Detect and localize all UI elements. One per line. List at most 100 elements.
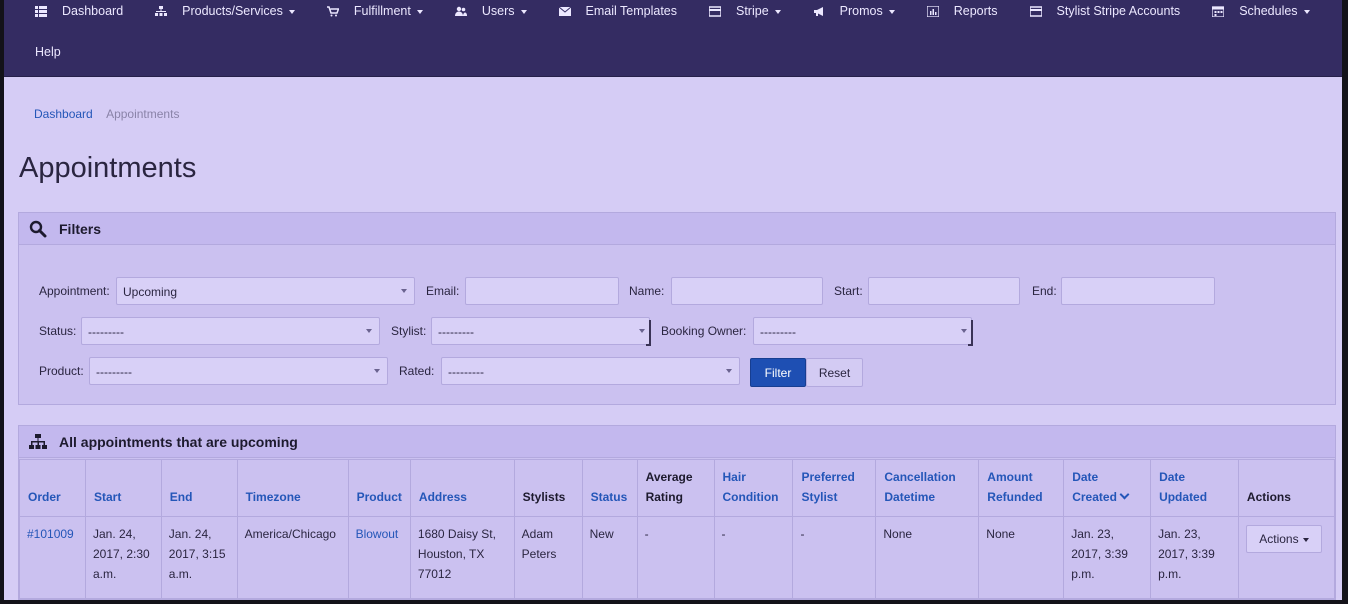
booking-owner-select[interactable]: --------- xyxy=(753,317,973,346)
nav-item-products-services[interactable]: Products/Services xyxy=(154,4,295,18)
column-header-end[interactable]: End xyxy=(160,459,238,517)
app-frame: Dashboard Products/Services Fulfillment … xyxy=(4,0,1342,600)
product-link[interactable]: Blowout xyxy=(347,516,411,599)
filters-panel: Filters Appointment: Upcoming Email: Nam… xyxy=(18,212,1336,405)
nav-item-dashboard[interactable]: Dashboard xyxy=(34,4,123,18)
start-label: Start: xyxy=(834,284,863,298)
rated-select[interactable]: --------- xyxy=(441,357,740,385)
list-icon xyxy=(34,5,48,17)
page-title: Appointments xyxy=(19,152,197,184)
column-header-product[interactable]: Product xyxy=(347,459,411,517)
sitemap-icon xyxy=(154,5,168,17)
column-header-label: Date Created xyxy=(1072,470,1117,504)
sitemap-icon xyxy=(29,433,47,451)
status-select[interactable]: --------- xyxy=(81,317,380,345)
product-select-value: --------- xyxy=(96,365,132,379)
column-header-actions: Actions xyxy=(1237,459,1336,517)
chevron-down-icon xyxy=(774,10,781,14)
chevron-down-icon xyxy=(639,329,645,333)
top-navbar: Dashboard Products/Services Fulfillment … xyxy=(4,0,1342,77)
column-header-order[interactable]: Order xyxy=(19,459,86,517)
stylist-select-value: --------- xyxy=(438,325,474,339)
appointments-list-panel: All appointments that are upcoming Order… xyxy=(18,425,1336,600)
end-cell: Jan. 24, 2017, 3:15 a.m. xyxy=(160,516,238,599)
nav-item-label: Stripe xyxy=(736,4,769,18)
column-header-date-created[interactable]: Date Created xyxy=(1063,459,1152,517)
breadcrumb-home-link[interactable]: Dashboard xyxy=(34,107,93,121)
rated-select-value: --------- xyxy=(448,365,484,379)
nav-item-label: Schedules xyxy=(1239,4,1298,18)
address-cell: 1680 Daisy St, Houston, TX 77012 xyxy=(409,516,515,599)
stylist-select[interactable]: --------- xyxy=(431,317,651,346)
date-updated-cell: Jan. 23, 2017, 3:39 p.m. xyxy=(1150,516,1239,599)
average-rating-cell: - xyxy=(636,516,715,599)
breadcrumb-separator xyxy=(98,107,101,121)
name-label: Name: xyxy=(629,284,665,298)
credit-card-icon xyxy=(708,5,722,17)
bullhorn-icon xyxy=(812,5,826,17)
actions-cell: Actions xyxy=(1237,516,1336,599)
product-select[interactable]: --------- xyxy=(89,357,388,385)
appointment-select[interactable]: Upcoming xyxy=(116,277,415,305)
chevron-down-icon xyxy=(726,369,732,373)
nav-item-help[interactable]: Help xyxy=(4,45,1342,59)
status-cell: New xyxy=(581,516,638,599)
nav-item-label: Stylist Stripe Accounts xyxy=(1056,4,1181,18)
actions-button-label: Actions xyxy=(1259,532,1299,546)
credit-card-icon xyxy=(1029,5,1043,17)
nav-menu: Dashboard Products/Services Fulfillment … xyxy=(4,0,1342,22)
order-link[interactable]: #101009 xyxy=(19,516,86,599)
nav-item-label: Fulfillment xyxy=(353,4,411,18)
column-header-average-rating: Average Rating xyxy=(636,459,715,517)
filter-button[interactable]: Filter xyxy=(750,358,806,387)
email-field[interactable] xyxy=(465,277,619,305)
nav-item-label: Dashboard xyxy=(62,4,124,18)
cart-icon xyxy=(326,5,340,17)
column-header-timezone[interactable]: Timezone xyxy=(236,459,349,517)
column-header-date-updated[interactable]: Date Updated xyxy=(1150,459,1239,517)
cancellation-datetime-cell: None xyxy=(875,516,980,599)
nav-item-stripe[interactable]: Stripe xyxy=(708,4,781,18)
status-label: Status: xyxy=(39,324,77,338)
column-header-stylists: Stylists xyxy=(513,459,583,517)
email-label: Email: xyxy=(426,284,460,298)
name-field[interactable] xyxy=(671,277,823,305)
chevron-down-icon xyxy=(888,10,895,14)
search-icon xyxy=(29,220,47,238)
stylists-cell: Adam Peters xyxy=(513,516,583,599)
nav-item-schedules[interactable]: Schedules xyxy=(1211,4,1310,18)
chevron-down-icon xyxy=(520,10,527,14)
users-icon xyxy=(454,5,468,17)
calendar-icon xyxy=(1211,5,1225,17)
appointment-select-value: Upcoming xyxy=(123,285,178,299)
amount-refunded-cell: None xyxy=(978,516,1065,599)
chevron-down-icon xyxy=(374,369,380,373)
column-header-preferred-stylist[interactable]: Preferred Stylist xyxy=(792,459,877,517)
end-field[interactable] xyxy=(1061,277,1215,305)
column-header-amount-refunded[interactable]: Amount Refunded xyxy=(978,459,1065,517)
nav-item-label: Products/Services xyxy=(182,4,283,18)
nav-item-fulfillment[interactable]: Fulfillment xyxy=(326,4,423,18)
actions-dropdown-button[interactable]: Actions xyxy=(1245,525,1322,553)
nav-item-reports[interactable]: Reports xyxy=(926,4,998,18)
nav-item-stylist-stripe-accounts[interactable]: Stylist Stripe Accounts xyxy=(1029,4,1181,18)
reset-button[interactable]: Reset xyxy=(806,358,863,387)
nav-item-email-templates[interactable]: Email Templates xyxy=(558,4,677,18)
column-header-hair-condition[interactable]: Hair Condition xyxy=(713,459,794,517)
column-header-address[interactable]: Address xyxy=(409,459,515,517)
list-heading-label: All appointments that are upcoming xyxy=(59,433,298,450)
chevron-down-icon xyxy=(366,329,372,333)
start-cell: Jan. 24, 2017, 2:30 a.m. xyxy=(84,516,162,599)
nav-item-users[interactable]: Users xyxy=(454,4,527,18)
table-row: #101009 Jan. 24, 2017, 2:30 a.m. Jan. 24… xyxy=(19,516,1336,599)
column-header-start[interactable]: Start xyxy=(84,459,162,517)
column-header-cancellation-datetime[interactable]: Cancellation Datetime xyxy=(875,459,980,517)
sort-descending-icon xyxy=(1119,489,1130,500)
start-field[interactable] xyxy=(868,277,1020,305)
rated-label: Rated: xyxy=(399,364,435,378)
booking-owner-select-value: --------- xyxy=(760,325,796,339)
appointments-table: Order Start End Timezone Product Address… xyxy=(19,459,1336,599)
column-header-status[interactable]: Status xyxy=(581,459,638,517)
nav-item-label: Users xyxy=(481,4,515,18)
nav-item-promos[interactable]: Promos xyxy=(812,4,895,18)
